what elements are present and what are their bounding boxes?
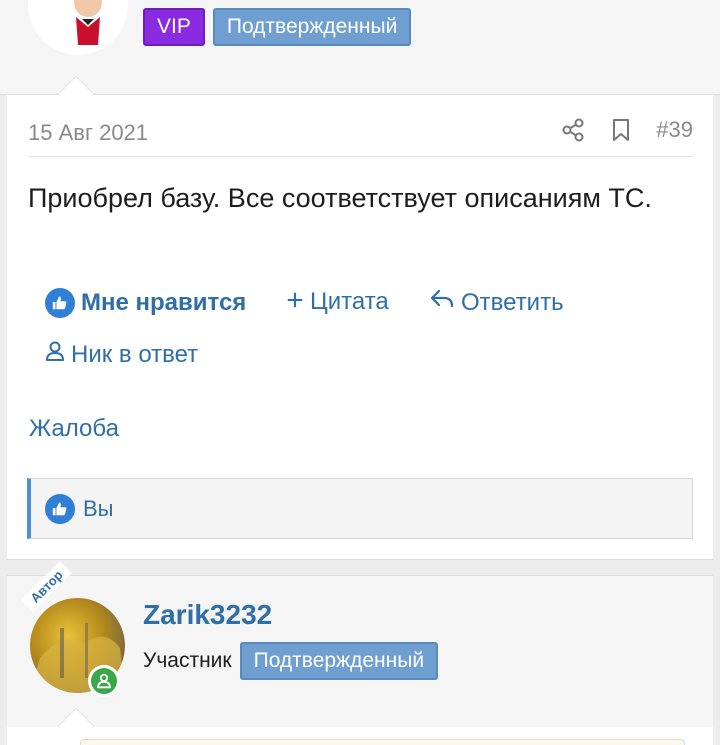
thumbs-up-icon <box>45 288 75 318</box>
avatar-image <box>74 0 102 45</box>
post-date[interactable]: 15 Авг 2021 <box>28 120 148 146</box>
quote-label: Цитата <box>310 288 389 315</box>
user-icon <box>45 340 65 369</box>
nick-reply-button[interactable]: Ник в ответ <box>45 340 198 369</box>
reply-label: Ответить <box>461 288 564 316</box>
next-post-card <box>7 727 713 745</box>
reply-arrow-icon <box>429 288 455 317</box>
next-post-user-header: Автор Zarik3232 Участник Подтвержденный <box>7 560 713 727</box>
reply-button[interactable]: Ответить <box>429 288 564 317</box>
online-status <box>88 665 120 697</box>
callout-arrow <box>58 709 94 727</box>
post-number-link[interactable]: #39 <box>656 117 693 143</box>
next-post-content <box>80 739 685 745</box>
vip-badge: VIP <box>143 8 205 46</box>
user-online-icon <box>97 673 111 689</box>
avatar[interactable] <box>28 0 128 55</box>
post-message: Приобрел базу. Все соответствует описани… <box>28 183 652 213</box>
share-icon[interactable] <box>560 117 586 143</box>
quote-button[interactable]: Цитата <box>286 288 389 316</box>
plus-icon <box>286 288 304 316</box>
like-label: Мне нравится <box>81 289 247 316</box>
user-role: Участник <box>143 649 232 672</box>
like-button[interactable]: Мне нравится <box>45 288 246 318</box>
verified-badge: Подтвержденный <box>239 642 439 680</box>
reactions-bar[interactable]: Вы <box>27 478 693 539</box>
username-link[interactable]: Zarik3232 <box>143 599 272 631</box>
reactions-text[interactable]: Вы <box>83 496 114 522</box>
thumbs-up-icon <box>45 493 75 524</box>
verified-badge: Подтвержденный <box>212 8 412 46</box>
post-header: 15 Авг 2021 #39 <box>28 117 693 157</box>
bookmark-icon[interactable] <box>608 117 634 143</box>
report-link[interactable]: Жалоба <box>29 415 119 443</box>
previous-post-user-header: VIP Подтвержденный <box>0 0 720 95</box>
callout-arrow <box>58 77 94 95</box>
nick-reply-label: Ник в ответ <box>71 340 199 368</box>
post-card: 15 Авг 2021 #39 Приобрел базу. Все соотв… <box>7 95 713 560</box>
